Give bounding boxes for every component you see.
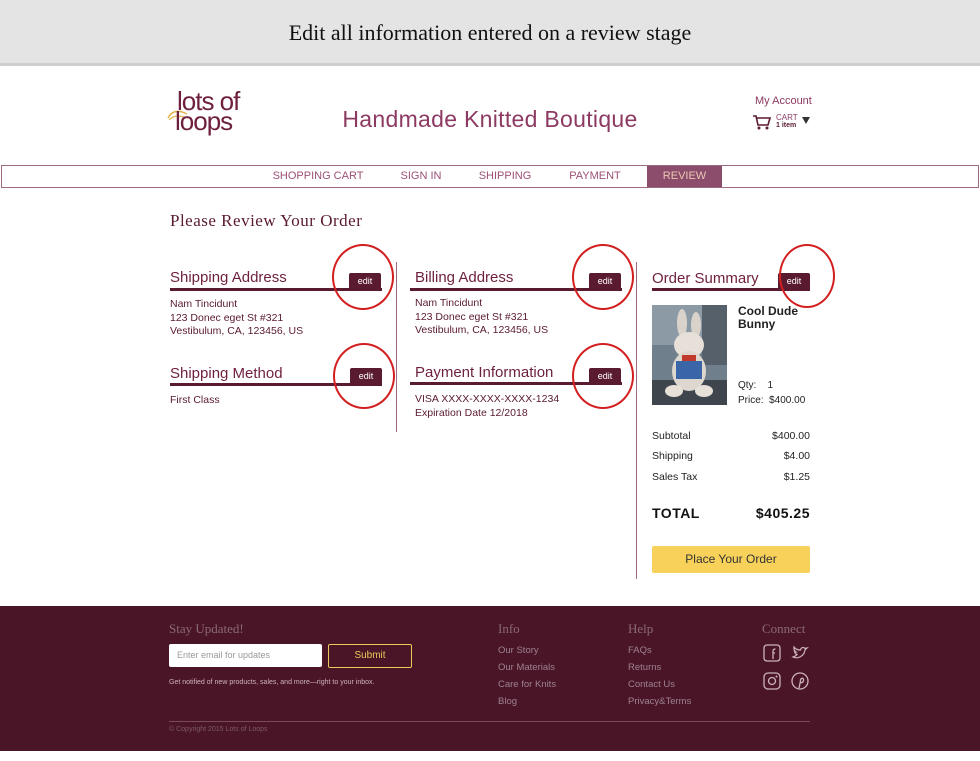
nav-payment[interactable]: PAYMENT (556, 166, 634, 187)
site-footer: Stay Updated! Enter email for updates Su… (0, 606, 980, 751)
product-qty-price: Qty: 1 Price: $400.00 (738, 378, 805, 408)
billing-city: Vestibulum, CA, 123456, US (415, 324, 549, 336)
annotation-circle (332, 244, 394, 310)
qty-value: 1 (767, 380, 774, 391)
nav-review[interactable]: REVIEW (647, 166, 722, 187)
billing-name: Nam Tincidunt (415, 297, 483, 309)
total-label: TOTAL (652, 505, 700, 521)
column-divider (636, 262, 637, 579)
newsletter-note: Get notified of new products, sales, and… (169, 679, 375, 686)
shipping-address-title: Shipping Address (170, 269, 287, 286)
nav-shipping[interactable]: SHIPPING (470, 166, 540, 187)
qty-label: Qty: (738, 380, 757, 391)
billing-street: 123 Donec eget St #321 (415, 310, 529, 323)
page-title: Please Review Your Order (170, 211, 363, 230)
order-summary-title: Order Summary (652, 270, 759, 287)
total-value: $405.25 (755, 505, 810, 521)
my-account-link[interactable]: My Account (755, 95, 812, 107)
product-image[interactable] (652, 305, 727, 405)
email-input[interactable]: Enter email for updates (169, 644, 322, 667)
footer-link-privacy[interactable]: Privacy&Terms (628, 696, 691, 707)
footer-divider (169, 721, 810, 722)
payment-info-block: VISA XXXX-XXXX-XXXX-1234 Expiration Date… (415, 393, 559, 420)
footer-link-returns[interactable]: Returns (628, 662, 661, 673)
annotation-circle (333, 343, 395, 409)
shipping-street: 123 Donec eget St #321 (170, 311, 284, 324)
nav-sign-in[interactable]: SIGN IN (386, 166, 456, 187)
connect-heading: Connect (762, 621, 806, 636)
footer-link-care[interactable]: Care for Knits (498, 679, 556, 690)
cart-widget[interactable]: CART 1 item (752, 114, 812, 132)
subtotal-value: $400.00 (772, 430, 810, 442)
column-divider (396, 262, 397, 432)
stay-updated-heading: Stay Updated! (169, 621, 244, 636)
annotation-circle (779, 244, 835, 308)
instagram-icon[interactable] (763, 672, 781, 690)
annotation-banner: Edit all information entered on a review… (0, 0, 980, 66)
place-order-button[interactable]: Place Your Order (652, 546, 810, 573)
logo-text-line2: loops (175, 106, 233, 136)
payment-card: VISA XXXX-XXXX-XXXX-1234 (415, 393, 560, 405)
cart-icon (753, 115, 772, 130)
help-heading: Help (628, 621, 654, 636)
submit-button[interactable]: Submit (328, 644, 412, 668)
cart-label: CART (776, 113, 798, 122)
subtotal-label: Subtotal (652, 430, 691, 442)
site-title: Handmade Knitted Boutique (342, 106, 638, 132)
info-heading: Info (498, 621, 520, 636)
billing-address-block: Nam Tincidunt 123 Donec eget St #321 Ves… (415, 297, 548, 338)
billing-address-title: Billing Address (415, 269, 514, 286)
annotation-circle (572, 244, 634, 310)
twitter-icon[interactable] (791, 644, 809, 662)
copyright-text: © Copyright 2015 Lots of Loops (169, 726, 268, 733)
annotation-circle (572, 343, 634, 409)
payment-information-title: Payment Information (415, 364, 554, 381)
banner-caption: Edit all information entered on a review… (288, 20, 692, 45)
shipping-method-value: First Class (170, 394, 220, 406)
chevron-down-icon[interactable] (802, 117, 810, 124)
site-logo[interactable]: lots of loops (167, 86, 257, 142)
pinterest-icon[interactable] (791, 672, 809, 690)
checkout-steps-nav: SHOPPING CART SIGN IN SHIPPING PAYMENT R… (1, 165, 979, 188)
payment-expiration: Expiration Date 12/2018 (415, 406, 528, 419)
cart-count: 1 item (776, 122, 797, 129)
shipping-address-block: Nam Tincidunt 123 Donec eget St #321 Ves… (170, 298, 303, 339)
footer-link-our-story[interactable]: Our Story (498, 645, 539, 656)
bunny-photo (652, 305, 727, 405)
shipping-name: Nam Tincidunt (170, 298, 238, 310)
footer-link-blog[interactable]: Blog (498, 696, 517, 707)
price-value: $400.00 (769, 395, 806, 406)
footer-link-faqs[interactable]: FAQs (628, 645, 652, 656)
shipping-method-title: Shipping Method (170, 365, 283, 382)
shipping-city: Vestibulum, CA, 123456, US (170, 325, 304, 337)
facebook-icon[interactable] (763, 644, 781, 662)
footer-link-contact[interactable]: Contact Us (628, 679, 675, 690)
price-label: Price: (738, 395, 764, 406)
product-name[interactable]: Cool Dude Bunny (738, 305, 818, 331)
footer-link-our-materials[interactable]: Our Materials (498, 662, 555, 673)
shipping-value: $4.00 (783, 450, 810, 462)
shipping-label: Shipping (652, 450, 693, 462)
tax-value: $1.25 (783, 471, 810, 483)
nav-shopping-cart[interactable]: SHOPPING CART (268, 166, 368, 187)
tax-label: Sales Tax (652, 471, 698, 483)
